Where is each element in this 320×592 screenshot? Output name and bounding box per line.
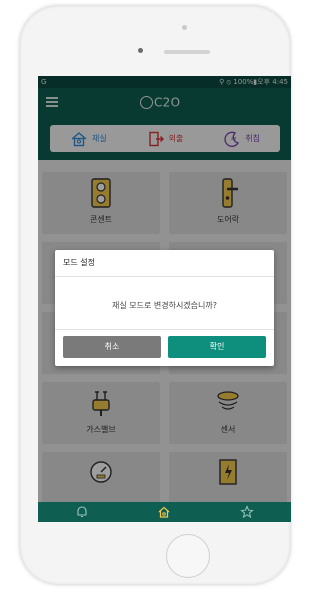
star-icon[interactable] (240, 505, 254, 519)
hardware-home-button[interactable] (166, 534, 210, 578)
dialog-divider (55, 329, 274, 330)
front-sensor (182, 25, 187, 30)
earpiece-speaker (164, 50, 210, 54)
confirm-button[interactable]: 확인 (168, 336, 266, 358)
home-icon[interactable] (157, 505, 171, 519)
dialog-divider (55, 276, 274, 277)
bell-icon[interactable] (75, 505, 89, 519)
front-camera (138, 48, 143, 53)
cancel-button[interactable]: 취소 (63, 336, 161, 358)
dialog-title: 모드 설정 (63, 258, 95, 267)
dialog-message: 재실 모드로 변경하시겠습니까? (111, 301, 217, 310)
mode-settings-dialog: 모드 설정 재실 모드로 변경하시겠습니까? 취소 확인 (55, 250, 274, 366)
bottom-nav (38, 502, 291, 522)
app-screen: G ⚲ ⦸ 100%▮오후 4:45 C2O 재실 외출 zz 취침 콘센트 도… (38, 76, 291, 522)
